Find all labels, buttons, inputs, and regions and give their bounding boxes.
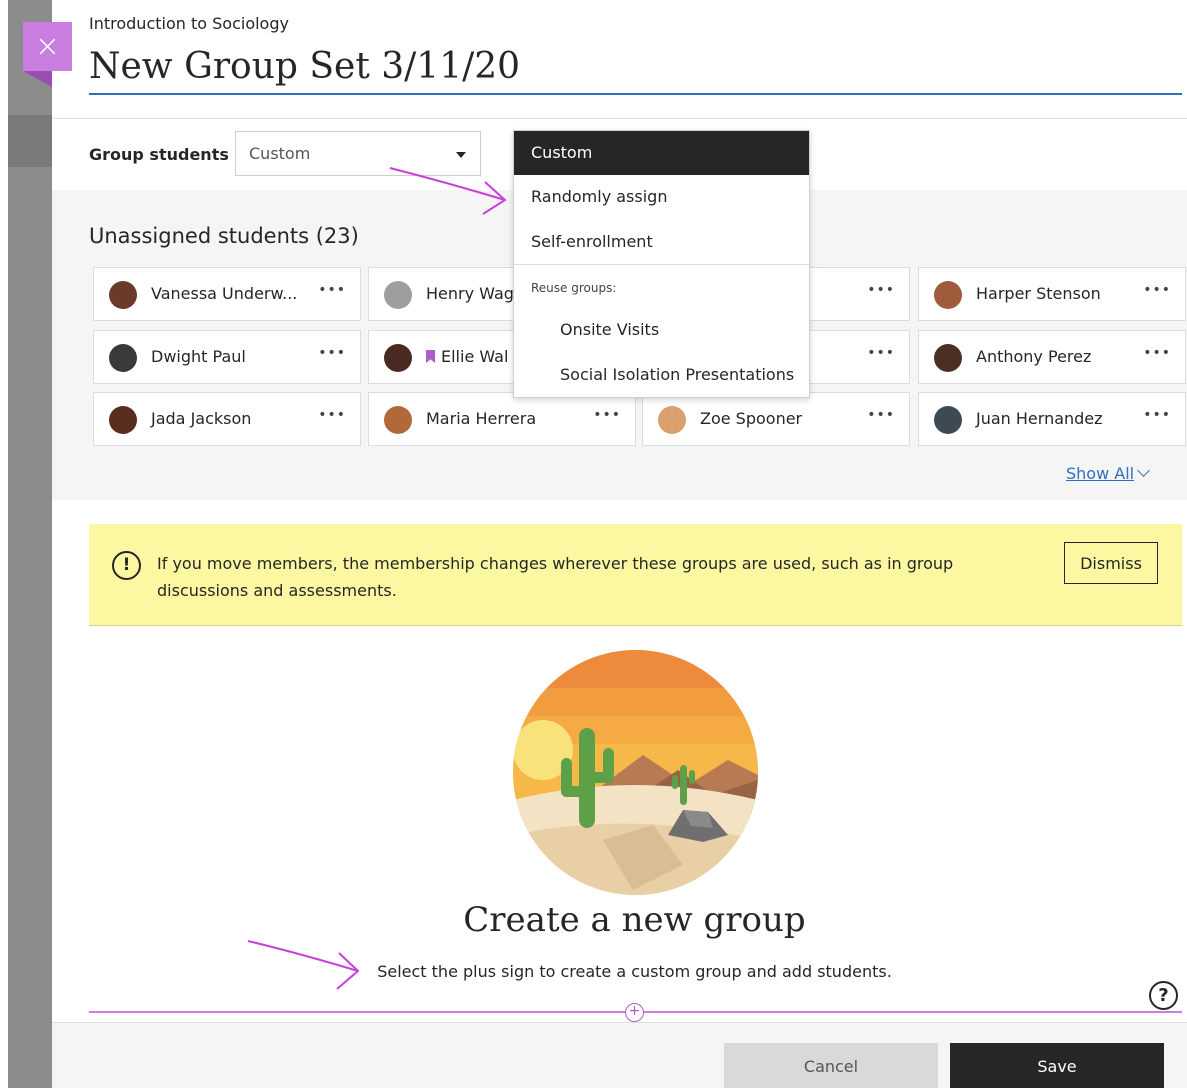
student-avatar [384,344,412,372]
bookmark-flag-icon [426,350,435,363]
student-name: Ellie Wal [441,347,509,366]
chevron-down-icon [1137,464,1150,477]
empty-state-hint: Select the plus sign to create a custom … [377,962,892,981]
panel-footer: Cancel Save [52,1022,1187,1088]
student-name: Zoe Spooner [700,409,803,428]
student-card[interactable]: Vanessa Underw... ••• [93,267,361,321]
student-name: Juan Hernandez [976,409,1103,428]
background-page-strip [0,0,52,1088]
notice-message: If you move members, the membership chan… [157,554,954,600]
close-tab-fold [23,71,52,87]
student-card[interactable]: Anthony Perez ••• [918,330,1186,384]
student-avatar [384,406,412,434]
course-name: Introduction to Sociology [89,14,289,33]
more-options-icon[interactable]: ••• [867,407,895,423]
membership-notice: ! If you move members, the membership ch… [89,524,1182,626]
more-options-icon[interactable]: ••• [318,345,346,361]
title-underline [89,93,1182,95]
student-name: Jada Jackson [151,409,252,428]
cancel-button[interactable]: Cancel [724,1043,938,1088]
save-button[interactable]: Save [950,1043,1164,1088]
plus-circle-icon: + [628,1003,641,1019]
more-options-icon[interactable]: ••• [867,345,895,361]
student-avatar [934,344,962,372]
student-avatar [384,281,412,309]
dropdown-option-custom[interactable]: Custom [514,131,809,175]
desert-illustration [513,650,758,895]
more-options-icon[interactable]: ••• [1143,345,1171,361]
dropdown-separator [514,264,809,265]
add-group-plus-button[interactable]: + [625,1003,644,1022]
student-name: Henry Wag [426,284,514,303]
close-panel-button[interactable]: × [23,22,72,71]
more-options-icon[interactable]: ••• [1143,407,1171,423]
student-name: Vanessa Underw... [151,284,298,303]
student-name: Harper Stenson [976,284,1101,303]
student-card[interactable]: Maria Herrera ••• [368,392,636,446]
student-avatar [934,406,962,434]
group-students-select[interactable]: Custom [235,131,481,176]
more-options-icon[interactable]: ••• [867,282,895,298]
more-options-icon[interactable]: ••• [593,407,621,423]
unassigned-students-heading: Unassigned students (23) [89,224,359,248]
student-card[interactable]: Zoe Spooner ••• [642,392,910,446]
student-name-flagged: Ellie Wal [426,347,508,366]
more-options-icon[interactable]: ••• [1143,282,1171,298]
student-card[interactable]: Harper Stenson ••• [918,267,1186,321]
help-icon[interactable]: ? [1149,981,1178,1010]
show-all-link[interactable]: Show All [1066,464,1150,483]
chevron-down-icon [456,152,466,158]
group-students-selected-value: Custom [249,144,311,163]
reuse-groups-heading: Reuse groups: [531,281,617,295]
student-name: Maria Herrera [426,409,537,428]
close-icon: × [34,29,61,64]
dropdown-option-onsite-visits[interactable]: Onsite Visits [514,308,809,352]
dropdown-option-randomly-assign[interactable]: Randomly assign [514,175,809,219]
student-avatar [109,281,137,309]
student-name: Anthony Perez [976,347,1092,366]
student-card[interactable]: Jada Jackson ••• [93,392,361,446]
empty-state-title: Create a new group [463,900,806,940]
group-set-title-input[interactable]: New Group Set 3/11/20 [89,46,520,87]
background-page-edge [0,0,8,1088]
dropdown-option-social-isolation-presentations[interactable]: Social Isolation Presentations [514,353,809,397]
more-options-icon[interactable]: ••• [318,282,346,298]
more-options-icon[interactable]: ••• [318,407,346,423]
student-name: Dwight Paul [151,347,246,366]
student-avatar [109,406,137,434]
warning-icon: ! [112,551,141,580]
background-page-band [8,115,52,167]
panel-header: Introduction to Sociology New Group Set … [52,0,1187,118]
student-card[interactable]: Juan Hernandez ••• [918,392,1186,446]
group-students-dropdown-menu: Custom Randomly assign Self-enrollment R… [513,130,810,398]
show-all-label: Show All [1066,464,1135,483]
group-students-label: Group students [89,145,229,164]
student-avatar [658,406,686,434]
dropdown-option-self-enrollment[interactable]: Self-enrollment [514,220,809,264]
student-avatar [109,344,137,372]
dismiss-button[interactable]: Dismiss [1064,542,1158,584]
student-avatar [934,281,962,309]
student-card[interactable]: Dwight Paul ••• [93,330,361,384]
